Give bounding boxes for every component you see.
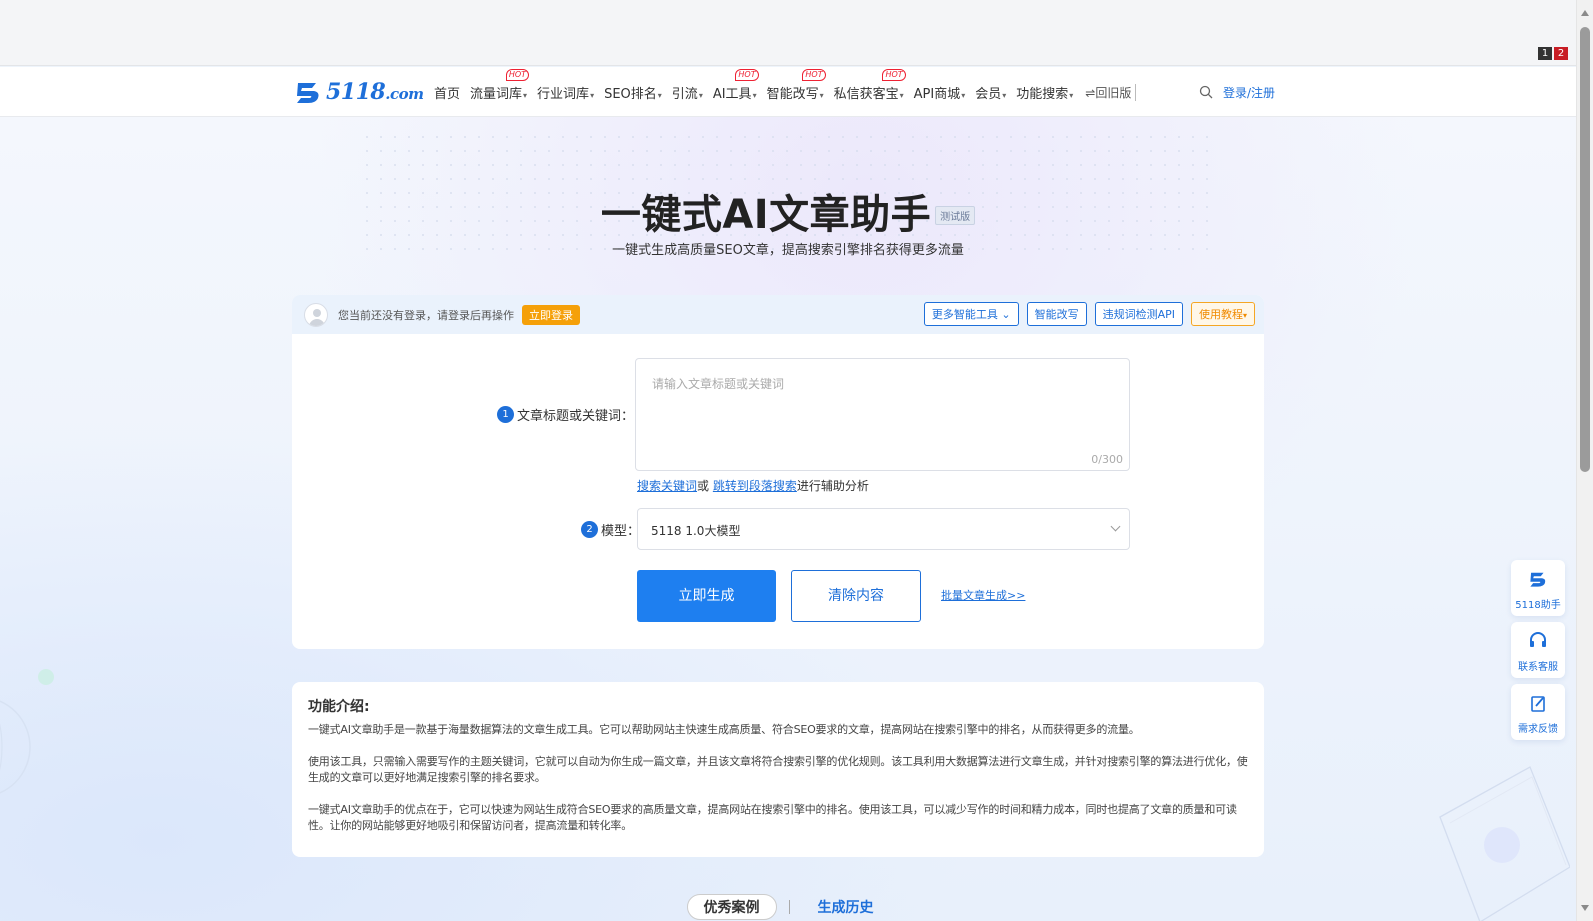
floating-sidebar: 5118助手 联系客服 需求反馈 — [1511, 560, 1565, 746]
nav-item[interactable]: 首页 — [434, 83, 460, 102]
caret-down-icon: ▾ — [819, 90, 824, 100]
nav-item[interactable]: SEO排名▾ — [604, 83, 662, 102]
tab-history[interactable]: 生成历史 — [802, 895, 890, 919]
login-now-button[interactable]: 立即登录 — [522, 304, 580, 325]
browser-top-area: 1 2 — [0, 0, 1576, 66]
more-tools-button[interactable]: 更多智能工具 ⌄ — [923, 302, 1019, 326]
page-1[interactable]: 1 — [1538, 47, 1552, 60]
caret-down-icon: ▾ — [899, 90, 904, 100]
clear-button[interactable]: 清除内容 — [791, 570, 921, 622]
step-2-badge: 2 — [581, 521, 598, 538]
site-logo[interactable]: 5118.com — [294, 79, 424, 105]
model-select[interactable]: 5118 1.0大模型 — [637, 508, 1130, 550]
assist-line: 搜索关键词或 跳转到段落搜索进行辅助分析 — [637, 479, 869, 493]
generator-card: 您当前还没有登录，请登录后再操作 立即登录 更多智能工具 ⌄ 智能改写 违规词检… — [292, 295, 1264, 649]
login-register-link[interactable]: 登录/注册 — [1223, 84, 1275, 101]
scroll-down-icon[interactable] — [1581, 905, 1589, 911]
nav-item[interactable]: 私信获客宝▾ HOT — [834, 68, 906, 102]
model-value: 5118 1.0大模型 — [651, 524, 741, 538]
title-keyword-input[interactable]: 请输入文章标题或关键词 0/300 — [635, 358, 1130, 471]
result-tabs: 优秀案例 生成历史 — [0, 894, 1576, 920]
hot-badge: HOT — [735, 68, 759, 81]
edit-icon — [1531, 696, 1545, 712]
tab-cases[interactable]: 优秀案例 — [686, 894, 777, 920]
violation-api-button[interactable]: 违规词检测API — [1094, 302, 1183, 326]
search-keyword-link[interactable]: 搜索关键词 — [637, 479, 697, 493]
step-1-badge: 1 — [497, 406, 514, 423]
intro-paragraph: 一键式AI文章助手的优点在于，它可以快速为网站生成符合SEO要求的高质量文章，提… — [308, 803, 1237, 832]
title-placeholder: 请输入文章标题或关键词 — [652, 377, 785, 391]
page-subtitle: 一键式生成高质量SEO文章，提高搜索引擎排名获得更多流量 — [612, 243, 964, 258]
hot-badge: HOT — [802, 68, 826, 81]
nav-item[interactable]: 会员▾ — [975, 83, 1006, 102]
field-model-label: 2 模型： — [581, 520, 640, 539]
nav-item[interactable]: 智能改写▾ HOT — [767, 68, 826, 102]
search-icon[interactable] — [1199, 85, 1213, 99]
header-buttons: 更多智能工具 ⌄ 智能改写 违规词检测API 使用教程▾ — [923, 302, 1255, 326]
card-header: 您当前还没有登录，请登录后再操作 立即登录 更多智能工具 ⌄ 智能改写 违规词检… — [292, 295, 1264, 334]
page-indicator: 1 2 — [1538, 47, 1568, 60]
page-2[interactable]: 2 — [1554, 47, 1568, 60]
login-tip: 您当前还没有登录，请登录后再操作 — [338, 308, 514, 322]
generate-button[interactable]: 立即生成 — [637, 570, 776, 622]
caret-down-icon: ▾ — [961, 90, 966, 100]
char-count: 0/300 — [1091, 453, 1123, 466]
nav-item[interactable]: 功能搜索▾ — [1016, 83, 1073, 102]
decor-circle — [38, 669, 54, 685]
field-title-label: 1 文章标题或关键词： — [497, 405, 634, 424]
rewrite-button[interactable]: 智能改写 — [1026, 302, 1087, 326]
assistant-button[interactable]: 5118助手 — [1511, 560, 1565, 616]
caret-down-icon: ▾ — [752, 90, 757, 100]
headset-icon — [1530, 632, 1546, 647]
scroll-up-icon[interactable] — [1581, 10, 1589, 16]
feedback-button[interactable]: 需求反馈 — [1511, 684, 1565, 740]
top-navbar: 5118.com 首页 流量词库▾ HOT 行业词库▾ SEO排名▾ 引流▾ AI工具▾ HO… — [0, 67, 1576, 117]
old-version-link[interactable]: ⇌回旧版 — [1085, 83, 1137, 101]
nav-item[interactable]: 行业词库▾ — [537, 83, 594, 102]
caret-down-icon: ▾ — [657, 90, 662, 100]
intro-paragraph: 一键式AI文章助手是一款基于海量数据算法的文章生成工具。它可以帮助网站主快速生成… — [308, 723, 1140, 736]
chevron-down-icon: ⌄ — [1001, 308, 1011, 321]
customer-service-button[interactable]: 联系客服 — [1511, 622, 1565, 678]
avatar — [304, 302, 328, 327]
caret-down-icon: ▾ — [1069, 90, 1074, 100]
scroll-thumb[interactable] — [1580, 27, 1590, 472]
paragraph-search-link[interactable]: 跳转到段落搜索 — [713, 479, 797, 493]
hot-badge: HOT — [882, 68, 906, 81]
feature-intro: 功能介绍: 一键式AI文章助手是一款基于海量数据算法的文章生成工具。它可以帮助网… — [292, 682, 1264, 857]
logo-icon — [1530, 572, 1546, 587]
tab-divider — [788, 900, 790, 914]
decor-globe — [0, 700, 31, 794]
scrollbar[interactable] — [1576, 0, 1593, 921]
nav-item[interactable]: API商城▾ — [914, 83, 966, 102]
intro-paragraph: 使用该工具，只需输入需要写作的主题关键词，它就可以自动为你生成一篇文章，并且该文… — [308, 755, 1248, 784]
beta-badge: 测试版 — [935, 206, 976, 225]
caret-down-icon: ▾ — [1002, 90, 1007, 100]
nav-item[interactable]: AI工具▾ HOT — [713, 68, 759, 102]
caret-down-icon: ▾ — [523, 90, 528, 100]
batch-generate-link[interactable]: 批量文章生成>> — [941, 587, 1025, 603]
intro-title: 功能介绍: — [308, 699, 370, 715]
tutorial-button[interactable]: 使用教程▾ — [1190, 302, 1255, 326]
chevron-down-icon — [1110, 521, 1121, 532]
page-title: 一键式AI文章助手 — [600, 192, 932, 238]
nav-item[interactable]: 引流▾ — [672, 83, 703, 102]
hero-title-row: 一键式AI文章助手 测试版 — [0, 182, 1576, 240]
caret-down-icon: ▾ — [1242, 311, 1247, 320]
logo-icon — [297, 83, 319, 103]
nav-item[interactable]: 流量词库▾ HOT — [470, 68, 530, 102]
caret-down-icon: ▾ — [590, 90, 595, 100]
caret-down-icon: ▾ — [698, 90, 703, 100]
main-nav: 首页 流量词库▾ HOT 行业词库▾ SEO排名▾ 引流▾ AI工具▾ HOT 智能改写▾ HOT… — [434, 67, 1137, 117]
hot-badge: HOT — [505, 68, 530, 81]
logo-text: 5118.com — [326, 79, 424, 105]
